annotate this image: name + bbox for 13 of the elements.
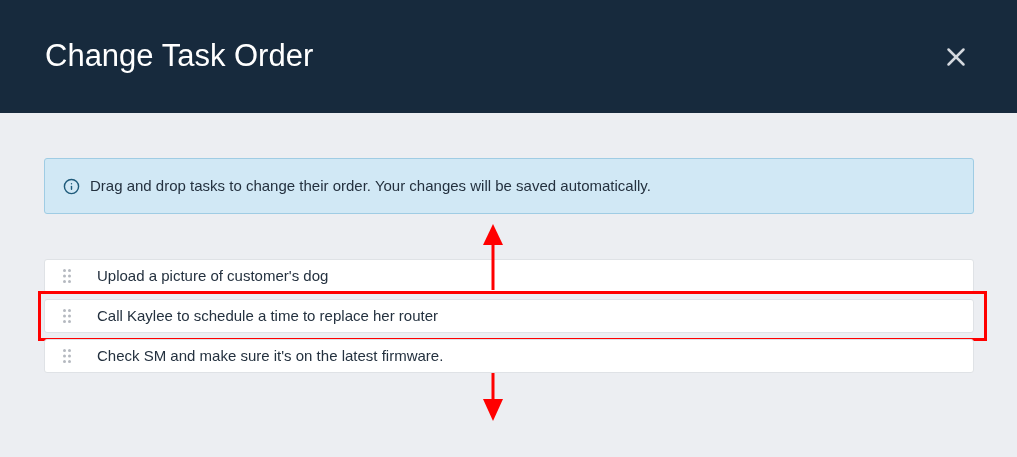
task-item[interactable]: Check SM and make sure it's on the latest firmware. bbox=[44, 339, 974, 373]
task-item[interactable]: Upload a picture of customer's dog bbox=[44, 259, 974, 293]
drag-handle-icon[interactable] bbox=[63, 309, 71, 323]
info-icon bbox=[63, 177, 80, 195]
info-text: Drag and drop tasks to change their order. Your changes will be saved automatically. bbox=[90, 175, 651, 196]
task-label: Upload a picture of customer's dog bbox=[97, 265, 329, 286]
task-label: Call Kaylee to schedule a time to replace her router bbox=[97, 305, 438, 326]
drag-handle-icon[interactable] bbox=[63, 269, 71, 283]
dialog-title: Change Task Order bbox=[45, 37, 314, 76]
up-arrow bbox=[483, 224, 503, 290]
drag-handle-icon[interactable] bbox=[63, 349, 71, 363]
task-label: Check SM and make sure it's on the latest firmware. bbox=[97, 345, 444, 366]
task-item[interactable]: Call Kaylee to schedule a time to replace her router bbox=[44, 299, 974, 333]
